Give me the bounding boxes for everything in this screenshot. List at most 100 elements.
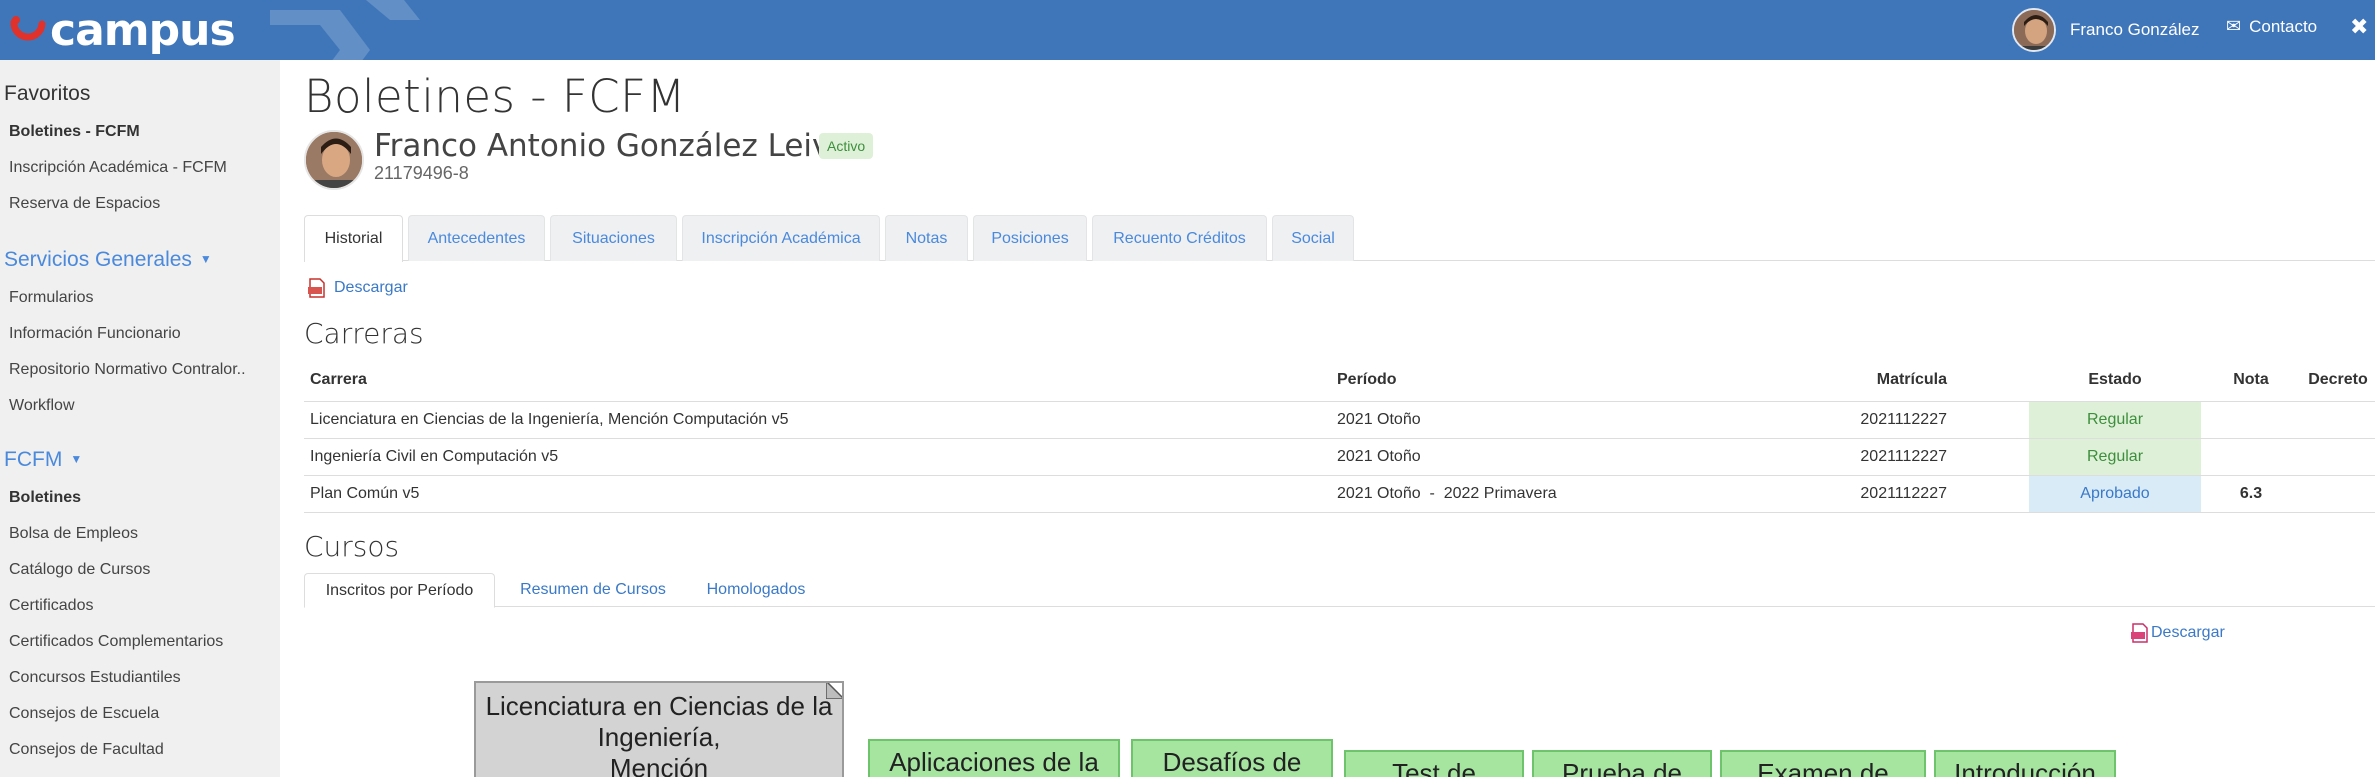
sidebar-item-repositorio-normativo[interactable]: Repositorio Normativo Contralor..: [9, 361, 271, 379]
tab-resumen-cursos[interactable]: Resumen de Cursos: [500, 573, 686, 607]
career-node-line-1: Licenciatura en Ciencias de la: [485, 691, 833, 721]
close-icon[interactable]: ✖: [2350, 14, 2368, 40]
course-node[interactable]: Test de: [1344, 750, 1524, 777]
header-estado: Estado: [2029, 360, 2201, 402]
folded-corner-icon: [826, 683, 842, 699]
pdf-icon: [308, 278, 325, 298]
sidebar: Favoritos Boletines - FCFM Inscripción A…: [0, 60, 280, 777]
student-name: Franco Antonio González Leiva: [374, 128, 850, 164]
cell-periodo: 2021 Otoño: [1331, 438, 1801, 476]
carreras-title: Carreras: [304, 317, 424, 350]
contact-label: Contacto: [2249, 16, 2318, 36]
png-icon: [2131, 623, 2148, 643]
header-nota: Nota: [2201, 360, 2301, 402]
sidebar-item-certificados-complementarios[interactable]: Certificados Complementarios: [9, 633, 271, 651]
main-content: Boletines - FCFM Franco Antonio González…: [304, 60, 2375, 777]
tab-notas[interactable]: Notas: [885, 215, 968, 261]
cell-decreto: [2301, 475, 2375, 513]
header-periodo: Período: [1331, 360, 1801, 402]
course-node[interactable]: Examen de: [1720, 750, 1926, 777]
cell-decreto: [2301, 438, 2375, 476]
tab-homologados[interactable]: Homologados: [691, 573, 821, 607]
tab-situaciones[interactable]: Situaciones: [550, 215, 677, 261]
download-png-link[interactable]: Descargar: [2131, 623, 2225, 643]
avatar: [2012, 8, 2056, 52]
student-rut: 21179496-8: [374, 163, 469, 183]
tab-inscripcion-academica[interactable]: Inscripción Académica: [682, 215, 880, 261]
table-row: Licenciatura en Ciencias de la Ingenierí…: [304, 401, 2375, 439]
cell-estado: Aprobado: [2029, 475, 2201, 513]
sidebar-item-inscripcion-academica[interactable]: Inscripción Académica - FCFM: [9, 159, 271, 177]
cell-matricula: 2021112227: [1801, 475, 2029, 513]
course-node[interactable]: Aplicaciones de la: [868, 739, 1120, 777]
contact-link[interactable]: ✉ Contacto: [2226, 16, 2317, 37]
servicios-generales-heading[interactable]: Servicios Generales ▼: [4, 248, 212, 272]
tab-historial[interactable]: Historial: [304, 215, 403, 262]
carreras-table: Carrera Período Matrícula Estado Nota De…: [304, 360, 2375, 513]
user-menu[interactable]: Franco González: [2012, 6, 2199, 54]
cursos-title: Cursos: [304, 530, 400, 563]
course-node[interactable]: Introducción: [1934, 750, 2116, 777]
career-node: Licenciatura en Ciencias de la Ingenierí…: [474, 681, 844, 777]
cell-periodo: 2021 Otoño: [1331, 401, 1801, 439]
user-name: Franco González: [2070, 20, 2200, 39]
cell-nota: [2201, 438, 2301, 476]
cell-nota: 6.3: [2201, 475, 2301, 513]
caret-down-icon: ▼: [70, 452, 83, 466]
cell-estado: Regular: [2029, 401, 2201, 439]
sidebar-item-workflow[interactable]: Workflow: [9, 397, 271, 415]
download-label: Descargar: [334, 279, 408, 296]
sidebar-item-certificados[interactable]: Certificados: [9, 597, 271, 615]
page-title: Boletines - FCFM: [304, 70, 686, 123]
sidebar-item-consejos-escuela[interactable]: Consejos de Escuela: [9, 705, 271, 723]
servicios-generales-label: Servicios Generales: [4, 248, 192, 271]
sidebar-item-informacion-funcionario[interactable]: Información Funcionario: [9, 325, 271, 343]
table-row: Ingeniería Civil en Computación v5 2021 …: [304, 438, 2375, 476]
download-label: Descargar: [2151, 624, 2225, 641]
status-badge: Activo: [819, 133, 874, 159]
caret-down-icon: ▼: [199, 252, 212, 266]
sidebar-item-consejos-facultad[interactable]: Consejos de Facultad: [9, 741, 271, 759]
cell-carrera: Licenciatura en Ciencias de la Ingenierí…: [304, 401, 1331, 439]
course-node[interactable]: Desafíos de: [1131, 739, 1333, 777]
cell-periodo: 2021 Otoño - 2022 Primavera: [1331, 475, 1801, 513]
sidebar-item-boletines-fcfm[interactable]: Boletines - FCFM: [9, 123, 271, 141]
career-node-line-3: Mención: [609, 753, 709, 777]
cell-nota: [2201, 401, 2301, 439]
student-photo: [304, 130, 364, 190]
top-bar: campus Franco González ✉ Contacto ✖: [0, 0, 2375, 60]
sidebar-item-concursos-estudiantiles[interactable]: Concursos Estudiantiles: [9, 669, 271, 687]
course-node[interactable]: Prueba de: [1532, 750, 1712, 777]
favoritos-heading: Favoritos: [4, 82, 91, 105]
header-matricula: Matrícula: [1801, 360, 2029, 402]
cell-carrera: Ingeniería Civil en Computación v5: [304, 438, 1331, 476]
sidebar-item-reserva-espacios[interactable]: Reserva de Espacios: [9, 195, 271, 213]
logo-mark-icon: [10, 16, 46, 41]
campus-logo[interactable]: campus: [8, 2, 236, 58]
tab-recuento-creditos[interactable]: Recuento Créditos: [1092, 215, 1267, 261]
background-swoosh-icon: [270, 0, 420, 60]
tab-antecedentes[interactable]: Antecedentes: [408, 215, 545, 261]
main-tabs: Historial Antecedentes Situaciones Inscr…: [304, 215, 2375, 262]
table-row: Plan Común v5 2021 Otoño - 2022 Primaver…: [304, 475, 2375, 513]
fcfm-heading[interactable]: FCFM ▼: [4, 448, 82, 472]
sidebar-item-formularios[interactable]: Formularios: [9, 289, 271, 307]
sidebar-item-bolsa-empleos[interactable]: Bolsa de Empleos: [9, 525, 271, 543]
download-pdf-link[interactable]: Descargar: [308, 278, 408, 298]
tab-social[interactable]: Social: [1272, 215, 1354, 261]
cursos-tabs: Inscritos por Período Resumen de Cursos …: [304, 573, 2375, 608]
tab-posiciones[interactable]: Posiciones: [973, 215, 1087, 261]
logo-text: campus: [50, 4, 236, 56]
header-decreto: Decreto: [2301, 360, 2375, 402]
fcfm-label: FCFM: [4, 448, 63, 471]
cell-carrera: Plan Común v5: [304, 475, 1331, 513]
tab-inscritos-por-periodo[interactable]: Inscritos por Período: [304, 573, 495, 608]
sidebar-item-catalogo-cursos[interactable]: Catálogo de Cursos: [9, 561, 271, 579]
cell-matricula: 2021112227: [1801, 401, 2029, 439]
sidebar-item-boletines[interactable]: Boletines: [9, 489, 271, 507]
cell-decreto: [2301, 401, 2375, 439]
table-header-row: Carrera Período Matrícula Estado Nota De…: [304, 360, 2375, 402]
mail-icon: ✉: [2226, 16, 2242, 36]
cell-estado: Regular: [2029, 438, 2201, 476]
career-node-line-2: Ingeniería,: [597, 722, 721, 753]
